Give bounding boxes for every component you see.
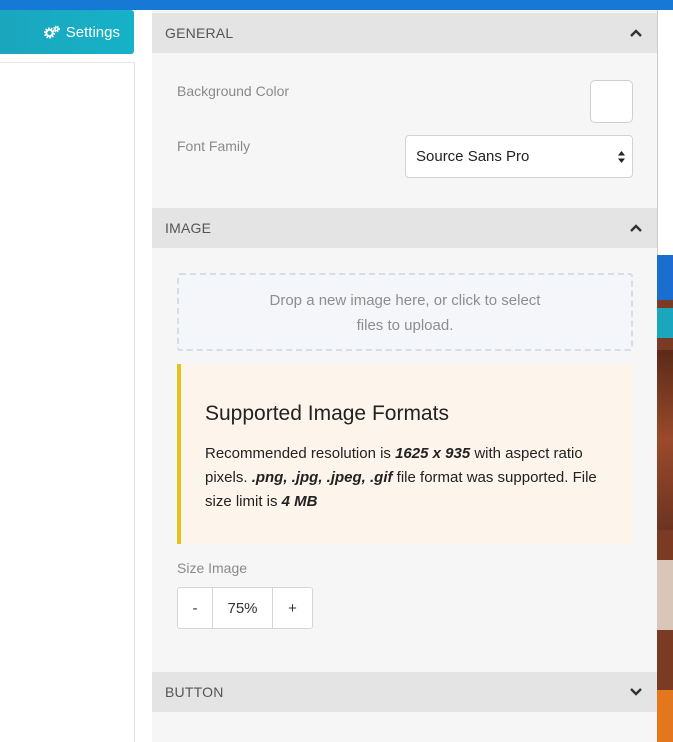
background-strip-photo	[657, 350, 673, 530]
image-section-header[interactable]: IMAGE	[152, 208, 657, 248]
page: Settings GENERAL Background Color Font F…	[0, 0, 673, 742]
select-arrows-icon	[618, 150, 625, 163]
size-increase-button[interactable]: +	[273, 588, 312, 628]
background-strip-orange	[657, 690, 673, 742]
notice-size-limit: 4 MB	[281, 493, 318, 510]
chevron-up-icon	[630, 29, 642, 37]
font-family-label: Font Family	[177, 138, 251, 154]
left-panel	[0, 62, 135, 742]
general-section-header[interactable]: GENERAL	[152, 13, 657, 53]
top-accent-bar	[0, 0, 673, 10]
notice-formats: .png, .jpg, .jpeg, .gif	[251, 469, 393, 486]
dropzone-text-line2: files to upload.	[356, 317, 454, 334]
size-image-label: Size Image	[177, 560, 248, 576]
background-strip-blue	[657, 255, 673, 300]
size-decrease-button[interactable]: -	[178, 588, 213, 628]
chevron-up-icon	[630, 224, 642, 232]
background-color-swatch[interactable]	[590, 80, 633, 123]
background-strip-teal	[657, 308, 673, 338]
gears-icon	[43, 25, 60, 39]
notice-resolution: 1625 x 935	[395, 445, 471, 462]
button-section-header[interactable]: BUTTON	[152, 672, 657, 712]
size-image-stepper: - 75% +	[177, 587, 313, 629]
settings-button-label: Settings	[65, 23, 120, 41]
background-color-label: Background Color	[177, 83, 290, 99]
button-section-title: BUTTON	[165, 684, 224, 700]
image-dropzone[interactable]: Drop a new image here, or click to selec…	[177, 273, 633, 351]
font-family-select[interactable]: Source Sans Pro	[405, 135, 633, 178]
notice-text: Recommended resolution is 1625 x 935 wit…	[205, 442, 613, 514]
background-strip-light	[657, 560, 673, 630]
settings-panel: GENERAL Background Color Font Family Sou…	[152, 10, 657, 742]
notice-text-part: Recommended resolution is	[205, 445, 396, 462]
notice-title: Supported Image Formats	[205, 402, 449, 425]
font-family-value: Source Sans Pro	[416, 148, 530, 165]
settings-button[interactable]: Settings	[0, 10, 134, 54]
supported-formats-notice: Supported Image Formats Recommended reso…	[177, 364, 633, 544]
dropzone-text-line1: Drop a new image here, or click to selec…	[269, 292, 541, 309]
chevron-down-icon	[630, 688, 642, 696]
size-value[interactable]: 75%	[213, 588, 273, 628]
image-section-title: IMAGE	[165, 220, 212, 236]
general-section-title: GENERAL	[165, 25, 234, 41]
